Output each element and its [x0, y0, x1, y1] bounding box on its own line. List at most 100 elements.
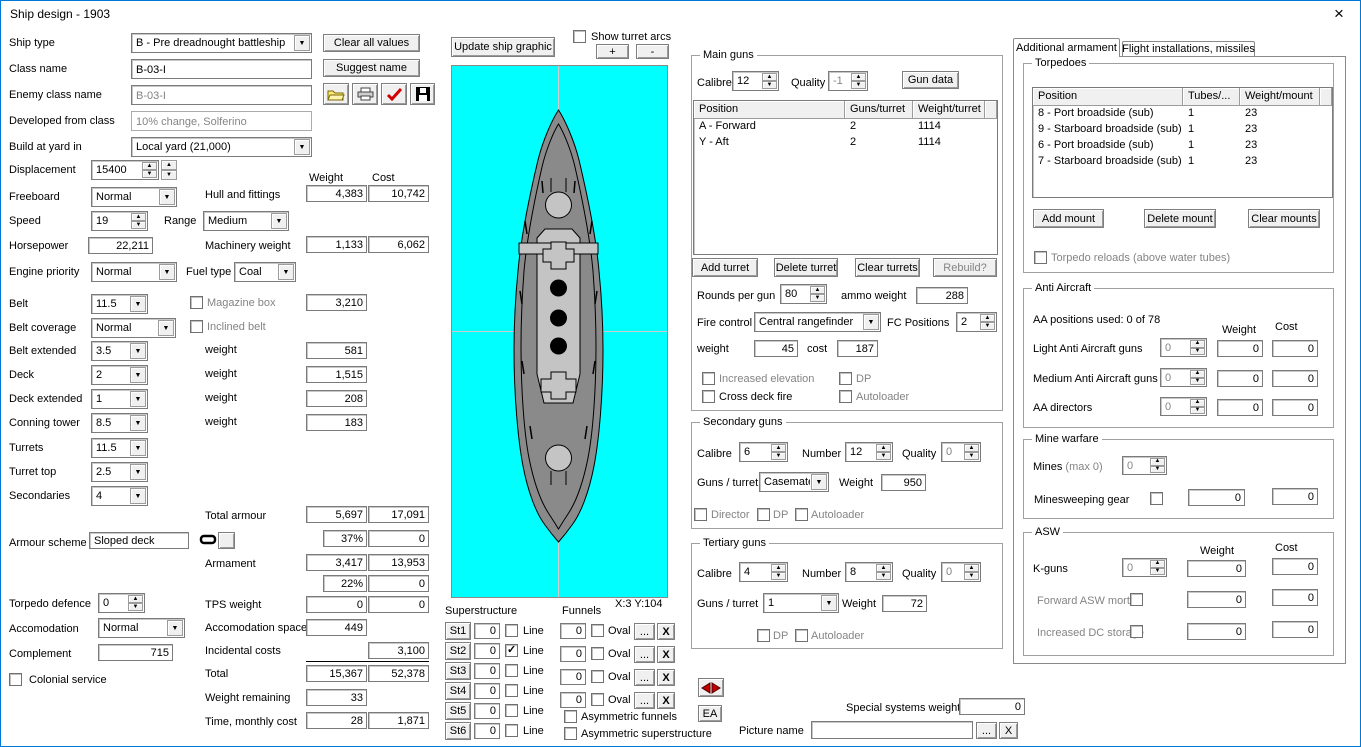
spin-down-icon[interactable]: ▼ [771, 572, 786, 580]
spin-up-icon[interactable]: ▲ [980, 314, 995, 322]
titlebar[interactable]: Ship design - 1903 × [1, 1, 1360, 27]
delete-turret-button[interactable]: Delete turret [774, 258, 838, 277]
deck-dropdown[interactable]: 2▼ [91, 365, 148, 385]
funnel1-browse-button[interactable]: ... [634, 623, 655, 640]
build-yard-dropdown[interactable]: Local yard (21,000)▼ [131, 137, 312, 157]
fc-positions-spinner[interactable]: 2▲▼ [956, 312, 997, 332]
chevron-down-icon[interactable]: ▼ [294, 139, 310, 155]
picture-browse-button[interactable]: ... [976, 722, 997, 739]
print-button[interactable] [352, 83, 378, 105]
add-turret-button[interactable]: Add turret [692, 258, 758, 277]
spin-down-icon[interactable]: ▼ [142, 170, 157, 178]
main-dp-checkbox[interactable] [839, 372, 852, 385]
funnel2-oval-checkbox[interactable] [591, 647, 604, 660]
funnel4-value[interactable]: 0 [560, 692, 586, 708]
spin-up-icon[interactable]: ▲ [1190, 340, 1205, 348]
deck-extended-dropdown[interactable]: 1▼ [91, 389, 148, 409]
st5-line-checkbox[interactable] [505, 704, 518, 717]
spin-up-icon[interactable]: ▲ [964, 564, 979, 572]
tab-flight-installations[interactable]: Flight installations, missiles [1122, 41, 1255, 56]
conning-tower-dropdown[interactable]: 8.5▼ [91, 413, 148, 433]
displacement-fine-spinner[interactable]: ▲▼ [161, 160, 177, 180]
tertiary-guns-per-turret-dropdown[interactable]: 1▼ [763, 593, 839, 613]
spin-down-icon[interactable]: ▼ [1150, 466, 1165, 474]
st2-button[interactable]: St2 [445, 642, 471, 660]
add-mount-button[interactable]: Add mount [1033, 209, 1104, 228]
chevron-down-icon[interactable]: ▼ [278, 264, 294, 280]
st2-line-checkbox[interactable] [505, 644, 518, 657]
st6-line-checkbox[interactable] [505, 724, 518, 737]
torpedoes-table-header[interactable]: Position Tubes/... Weight/mount [1033, 88, 1332, 106]
spin-up-icon[interactable]: ▲ [771, 444, 786, 452]
aa-directors-spinner[interactable]: 0▲▼ [1160, 397, 1207, 416]
developed-from-input[interactable]: 10% change, Solferino [131, 111, 312, 131]
asymmetric-superstructure-checkbox[interactable] [564, 727, 577, 740]
ship-type-dropdown[interactable]: B - Pre dreadnought battleship▼ [131, 33, 312, 53]
main-gun-row[interactable]: A - Forward 2 1114 [694, 119, 997, 135]
show-turret-arcs-checkbox[interactable] [573, 30, 586, 43]
main-gun-row[interactable]: Y - Aft 2 1114 [694, 135, 997, 151]
spin-down-icon[interactable]: ▼ [851, 81, 866, 89]
update-ship-graphic-button[interactable]: Update ship graphic [451, 37, 555, 57]
funnel4-browse-button[interactable]: ... [634, 692, 655, 709]
zoom-out-button[interactable]: - [636, 44, 669, 59]
spin-up-icon[interactable]: ▲ [876, 564, 891, 572]
torpedo-defence-spinner[interactable]: 0▲▼ [98, 593, 145, 613]
kguns-spinner[interactable]: 0▲▼ [1122, 558, 1167, 577]
spin-down-icon[interactable]: ▼ [964, 452, 979, 460]
st4-button[interactable]: St4 [445, 682, 471, 700]
chevron-down-icon[interactable]: ▼ [130, 367, 146, 383]
mines-spinner[interactable]: 0▲▼ [1122, 456, 1167, 475]
chevron-down-icon[interactable]: ▼ [811, 474, 827, 490]
funnel1-oval-checkbox[interactable] [591, 624, 604, 637]
enemy-class-name-input[interactable]: B-03-I [131, 85, 312, 105]
picture-name-input[interactable] [811, 721, 973, 739]
turret-top-dropdown[interactable]: 2.5▼ [91, 462, 148, 482]
cross-deck-fire-checkbox[interactable] [702, 390, 715, 403]
chevron-down-icon[interactable]: ▼ [863, 314, 879, 330]
st2-value[interactable]: 0 [474, 643, 500, 659]
ship-top-view-canvas[interactable] [451, 65, 668, 598]
spin-up-icon[interactable]: ▲ [851, 73, 866, 81]
spin-up-icon[interactable]: ▲ [1190, 370, 1205, 378]
main-guns-table-header[interactable]: Position Guns/turret Weight/turret [694, 101, 997, 119]
spin-up-icon[interactable]: ▲ [1190, 399, 1205, 407]
tertiary-quality-spinner[interactable]: 0▲▼ [941, 562, 981, 582]
tab-additional-armament[interactable]: Additional armament [1013, 38, 1120, 57]
chevron-down-icon[interactable]: ▼ [167, 620, 183, 636]
swap-arrows-button[interactable] [698, 678, 724, 697]
chevron-down-icon[interactable]: ▼ [159, 189, 175, 205]
delete-mount-button[interactable]: Delete mount [1144, 209, 1216, 228]
st4-value[interactable]: 0 [474, 683, 500, 699]
class-name-input[interactable]: B-03-I [131, 59, 312, 79]
engine-priority-dropdown[interactable]: Normal▼ [91, 262, 177, 282]
secondary-dp-checkbox[interactable] [757, 508, 770, 521]
spin-up-icon[interactable]: ▲ [964, 444, 979, 452]
asymmetric-funnels-checkbox[interactable] [564, 710, 577, 723]
funnel4-oval-checkbox[interactable] [591, 693, 604, 706]
tertiary-number-spinner[interactable]: 8▲▼ [845, 562, 893, 582]
spin-up-icon[interactable]: ▲ [771, 564, 786, 572]
chevron-down-icon[interactable]: ▼ [130, 488, 146, 504]
funnel3-oval-checkbox[interactable] [591, 670, 604, 683]
st1-line-checkbox[interactable] [505, 624, 518, 637]
gun-data-button[interactable]: Gun data [902, 71, 959, 89]
torpedo-reloads-checkbox[interactable] [1034, 251, 1047, 264]
accomodation-dropdown[interactable]: Normal▼ [98, 618, 185, 638]
main-quality-spinner[interactable]: -1▲▼ [828, 71, 868, 91]
spin-down-icon[interactable]: ▼ [980, 322, 995, 330]
forward-asw-mortar-checkbox[interactable] [1130, 593, 1143, 606]
fuel-type-dropdown[interactable]: Coal▼ [234, 262, 296, 282]
funnel3-value[interactable]: 0 [560, 669, 586, 685]
inclined-belt-checkbox[interactable] [190, 320, 203, 333]
torpedo-mount-row[interactable]: 9 - Starboard broadside (sub) 1 23 [1033, 122, 1332, 138]
funnel3-browse-button[interactable]: ... [634, 669, 655, 686]
st6-button[interactable]: St6 [445, 722, 471, 740]
st1-button[interactable]: St1 [445, 622, 471, 640]
clear-turrets-button[interactable]: Clear turrets [855, 258, 920, 277]
open-file-button[interactable] [323, 83, 349, 105]
spin-down-icon[interactable]: ▼ [810, 294, 825, 302]
spin-down-icon[interactable]: ▼ [161, 170, 177, 180]
spin-up-icon[interactable]: ▲ [810, 286, 825, 294]
save-button[interactable] [410, 83, 435, 105]
